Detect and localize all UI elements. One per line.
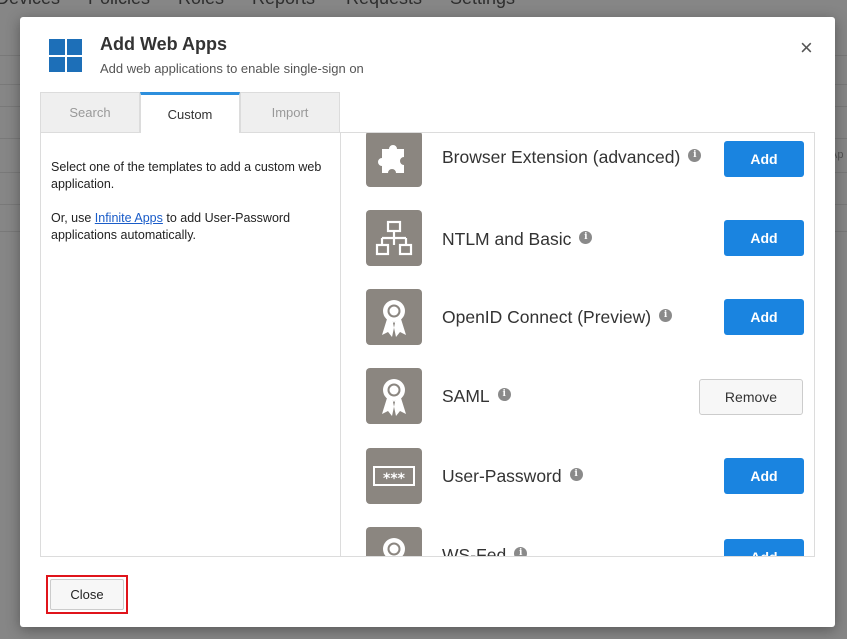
- list-item: WS-Fedi Add: [342, 527, 814, 556]
- close-icon[interactable]: ×: [800, 37, 813, 59]
- info-icon[interactable]: i: [579, 231, 593, 244]
- add-web-apps-dialog: Add Web Apps Add web applications to ena…: [20, 17, 835, 627]
- list-item: NTLM and Basic i Add: [342, 210, 814, 290]
- puzzle-icon: [366, 133, 422, 187]
- dialog-subtitle: Add web applications to enable single-si…: [100, 61, 364, 76]
- description-column: Select one of the templates to add a cus…: [41, 133, 341, 556]
- description-text: Select one of the templates to add a cus…: [51, 160, 322, 191]
- add-button[interactable]: Add: [724, 220, 804, 256]
- app-name: SAML i: [442, 386, 511, 407]
- app-name: Browser Extension (advanced) i: [442, 147, 702, 168]
- windows-logo-icon: [49, 39, 82, 72]
- info-icon[interactable]: i: [569, 468, 583, 481]
- list-item: Browser Extension (advanced) i Add: [342, 133, 814, 211]
- certificate-icon: [366, 289, 422, 345]
- network-icon: [366, 210, 422, 266]
- password-icon: ***: [366, 448, 422, 504]
- tab-import[interactable]: Import: [240, 92, 340, 132]
- app-name: User-Password i: [442, 466, 583, 487]
- add-button[interactable]: Add: [724, 458, 804, 494]
- custom-tab-panel: Select one of the templates to add a cus…: [40, 132, 815, 557]
- info-icon[interactable]: i: [659, 309, 673, 322]
- certificate-icon: [366, 368, 422, 424]
- app-name: WS-Fed i: [442, 545, 528, 556]
- certificate-icon: [366, 527, 422, 556]
- app-name: OpenID Connect (Preview) i: [442, 307, 673, 328]
- list-item: SAML i Remove: [342, 368, 814, 448]
- info-icon[interactable]: i: [688, 149, 702, 162]
- add-button[interactable]: Add: [724, 141, 804, 177]
- infinite-apps-link[interactable]: Infinite Apps: [95, 211, 163, 225]
- remove-button[interactable]: Remove: [699, 379, 803, 415]
- tab-search[interactable]: Search: [40, 92, 140, 132]
- dialog-title: Add Web Apps: [100, 34, 227, 54]
- app-name: NTLM and Basic i: [442, 229, 593, 250]
- list-item: *** User-Password i Add: [342, 448, 814, 528]
- close-button[interactable]: Close: [50, 579, 124, 610]
- tab-bar: Search Custom Import: [40, 92, 340, 133]
- add-button[interactable]: Add: [724, 299, 804, 335]
- svg-text:***: ***: [383, 471, 406, 487]
- app-template-list[interactable]: Browser Extension (advanced) i Add NTLM a…: [342, 133, 814, 556]
- tab-custom[interactable]: Custom: [140, 92, 240, 133]
- info-icon[interactable]: i: [497, 388, 511, 401]
- add-button[interactable]: Add: [724, 539, 804, 556]
- list-item: OpenID Connect (Preview) i Add: [342, 289, 814, 369]
- infinite-apps-note: Or, use Infinite Apps to add User-Passwo…: [51, 211, 291, 242]
- info-icon[interactable]: i: [514, 547, 528, 556]
